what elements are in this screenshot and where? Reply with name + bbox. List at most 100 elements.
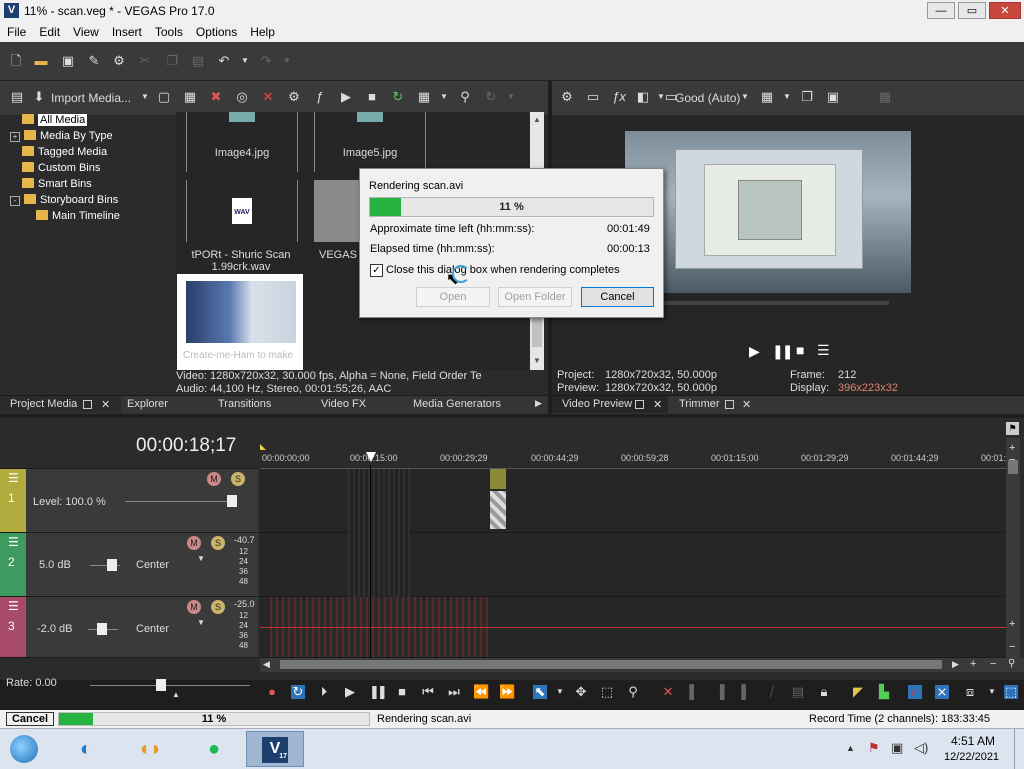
scroll-left-icon[interactable]: ◀ xyxy=(263,659,270,670)
pan-marker-icon[interactable]: ▼ xyxy=(197,554,205,563)
pan-marker-icon[interactable]: ▼ xyxy=(197,618,205,627)
go-to-start-icon[interactable]: ⏮ xyxy=(421,685,435,699)
loop-playback-icon[interactable]: ↻ xyxy=(291,685,305,699)
auto-crossfade-icon[interactable]: ⨯ xyxy=(935,685,949,699)
new-file-icon[interactable]: 🗋 xyxy=(9,54,23,68)
properties-gear-icon[interactable]: ⚙ xyxy=(112,54,126,68)
media-thumb-image5[interactable]: Image5.jpg xyxy=(314,112,426,172)
undo-dropdown-icon[interactable]: ▼ xyxy=(238,54,252,68)
tab-media-generators[interactable]: Media Generators xyxy=(413,398,501,410)
trimmer-close-icon[interactable]: ✕ xyxy=(742,398,751,411)
network-icon[interactable]: ▣ xyxy=(891,740,903,756)
stop-media-icon[interactable]: ■ xyxy=(365,90,379,104)
zoom-out-h-icon[interactable]: − xyxy=(990,658,996,670)
tab-float-icon[interactable] xyxy=(83,400,92,409)
copy-icon[interactable]: ❐ xyxy=(165,54,179,68)
marker-flag-icon[interactable]: ⚑ xyxy=(1006,422,1019,435)
media-properties-icon[interactable]: ⚙ xyxy=(287,90,301,104)
solo-icon[interactable]: S xyxy=(211,600,225,614)
trimmer-float-icon[interactable] xyxy=(725,400,734,409)
ripple-edit-icon[interactable]: ⧈ xyxy=(963,685,977,699)
tree-item-storyboard-bins[interactable]: - Storyboard Bins xyxy=(10,192,170,208)
level-slider-thumb[interactable] xyxy=(227,495,237,507)
track-menu-icon[interactable]: ☰ xyxy=(8,471,19,485)
volume-slider-thumb[interactable] xyxy=(107,559,117,571)
menu-options[interactable]: Options xyxy=(189,22,243,39)
timeline-hscroll[interactable]: ◀ ▶ + − ⚲ xyxy=(260,658,1024,672)
tree-item-custom-bins[interactable]: Custom Bins xyxy=(10,160,170,176)
selection-tool-icon[interactable]: ⬚ xyxy=(600,685,614,699)
refresh-icon[interactable]: ↻ xyxy=(484,90,498,104)
import-dropdown-icon[interactable]: ▼ xyxy=(138,90,152,104)
media-thumb-wav[interactable]: WAV xyxy=(186,180,298,242)
undo-icon[interactable]: ↶ xyxy=(217,54,231,68)
zoom-in-v-icon[interactable]: + xyxy=(1009,442,1015,454)
redo-dropdown-icon[interactable]: ▼ xyxy=(280,54,294,68)
tab-explorer[interactable]: Explorer xyxy=(127,398,168,410)
spotify-icon[interactable]: ● xyxy=(194,731,234,767)
play-icon[interactable]: ▶ xyxy=(343,685,357,699)
insert-marker-icon[interactable]: ◤ xyxy=(851,685,865,699)
tab-transitions[interactable]: Transitions xyxy=(218,398,271,410)
cancel-render-button[interactable]: Cancel xyxy=(581,287,654,307)
open-folder-icon[interactable]: ▬ xyxy=(34,54,48,68)
refresh-dropdown-icon[interactable]: ▼ xyxy=(504,90,518,104)
preview-tab-float-icon[interactable] xyxy=(635,400,644,409)
tree-item-media-by-type[interactable]: + Media By Type xyxy=(10,128,170,144)
audio-track-3-lane[interactable] xyxy=(260,597,1006,658)
edit-tool-dropdown-icon[interactable]: ▼ xyxy=(553,685,567,699)
track-header-audio-2[interactable]: ☰ 2 M S -40.7 5.0 dB Center ▼ 12 24 36 48 xyxy=(0,533,258,597)
views-dropdown-icon[interactable]: ▼ xyxy=(437,90,451,104)
tab-close-icon[interactable]: ✕ xyxy=(101,398,110,411)
go-to-end-icon[interactable]: ⏭ xyxy=(447,685,461,699)
import-media-button[interactable]: Import Media... xyxy=(51,91,131,105)
views-icon[interactable]: ▦ xyxy=(417,90,431,104)
menu-view[interactable]: View xyxy=(66,22,105,39)
close-when-done-checkbox[interactable]: ✓ xyxy=(370,264,383,277)
cut-icon[interactable]: ✂ xyxy=(138,54,152,68)
preview-device-icon[interactable]: ▭ xyxy=(586,90,600,104)
timeline-vscroll[interactable]: + − + − xyxy=(1006,438,1020,658)
open-folder-button[interactable]: Open Folder xyxy=(498,287,572,307)
next-frame-icon[interactable]: ⏩ xyxy=(499,685,515,699)
media-fx-plugin-icon[interactable]: ƒ xyxy=(313,90,327,104)
level-slider[interactable] xyxy=(125,501,235,502)
menu-edit[interactable]: Edit xyxy=(32,22,66,39)
tab-video-fx[interactable]: Video FX xyxy=(321,398,366,410)
mute-icon[interactable]: M xyxy=(187,536,201,550)
menu-file[interactable]: File xyxy=(0,22,32,39)
tree-item-main-timeline[interactable]: Main Timeline xyxy=(10,208,170,224)
close-window-button[interactable]: ✕ xyxy=(989,2,1021,19)
scroll-right-icon[interactable]: ▶ xyxy=(952,659,959,670)
preview-tab-close-icon[interactable]: ✕ xyxy=(653,398,662,411)
snapping-magnet-icon[interactable]: ∩ xyxy=(908,685,922,699)
track-menu-icon[interactable]: ☰ xyxy=(8,535,19,549)
preview-properties-icon[interactable]: ⚙ xyxy=(560,90,574,104)
rate-slider[interactable] xyxy=(90,685,250,686)
preview-quality-select[interactable]: Good (Auto) xyxy=(675,91,740,105)
zoom-out-track-icon[interactable]: − xyxy=(1009,641,1015,653)
ripple-dropdown-icon[interactable]: ▼ xyxy=(985,685,999,699)
redo-icon[interactable]: ↷ xyxy=(259,54,273,68)
ripple-icon[interactable]: ▤ xyxy=(791,685,805,699)
normal-edit-tool-icon[interactable]: ⬉ xyxy=(533,685,547,699)
preview-menu-icon[interactable]: ☰ xyxy=(817,342,830,359)
action-center-icon[interactable]: ⚑ xyxy=(868,740,880,756)
lock-envelopes-icon[interactable]: ⬚ xyxy=(1004,685,1018,699)
zoom-tool-icon[interactable]: ⚲ xyxy=(626,685,640,699)
preview-extra-icon[interactable]: ▦ xyxy=(878,90,892,104)
pause-icon[interactable]: ❚❚ xyxy=(369,685,388,699)
insert-region-icon[interactable]: ▙ xyxy=(877,685,891,699)
tree-item-smart-bins[interactable]: Smart Bins xyxy=(10,176,170,192)
preview-pause-icon[interactable]: ❚❚ xyxy=(772,343,794,360)
play-from-start-icon[interactable]: ⏵ xyxy=(317,685,331,699)
track-header-audio-3[interactable]: ☰ 3 M S -25.0 -2.0 dB Center ▼ 12 24 36 48 xyxy=(0,597,258,658)
rate-slider-thumb[interactable] xyxy=(156,679,166,691)
overlays-grid-icon[interactable]: ▦ xyxy=(760,90,774,104)
stop-icon[interactable]: ■ xyxy=(395,685,409,699)
play-media-icon[interactable]: ▶ xyxy=(339,90,353,104)
zoom-tool-icon[interactable]: ⚲ xyxy=(1008,658,1015,669)
tab-trimmer[interactable]: Trimmer xyxy=(679,398,720,410)
media-list-icon[interactable]: ▤ xyxy=(10,90,24,104)
trim-start-icon[interactable]: ▐ xyxy=(713,685,727,699)
